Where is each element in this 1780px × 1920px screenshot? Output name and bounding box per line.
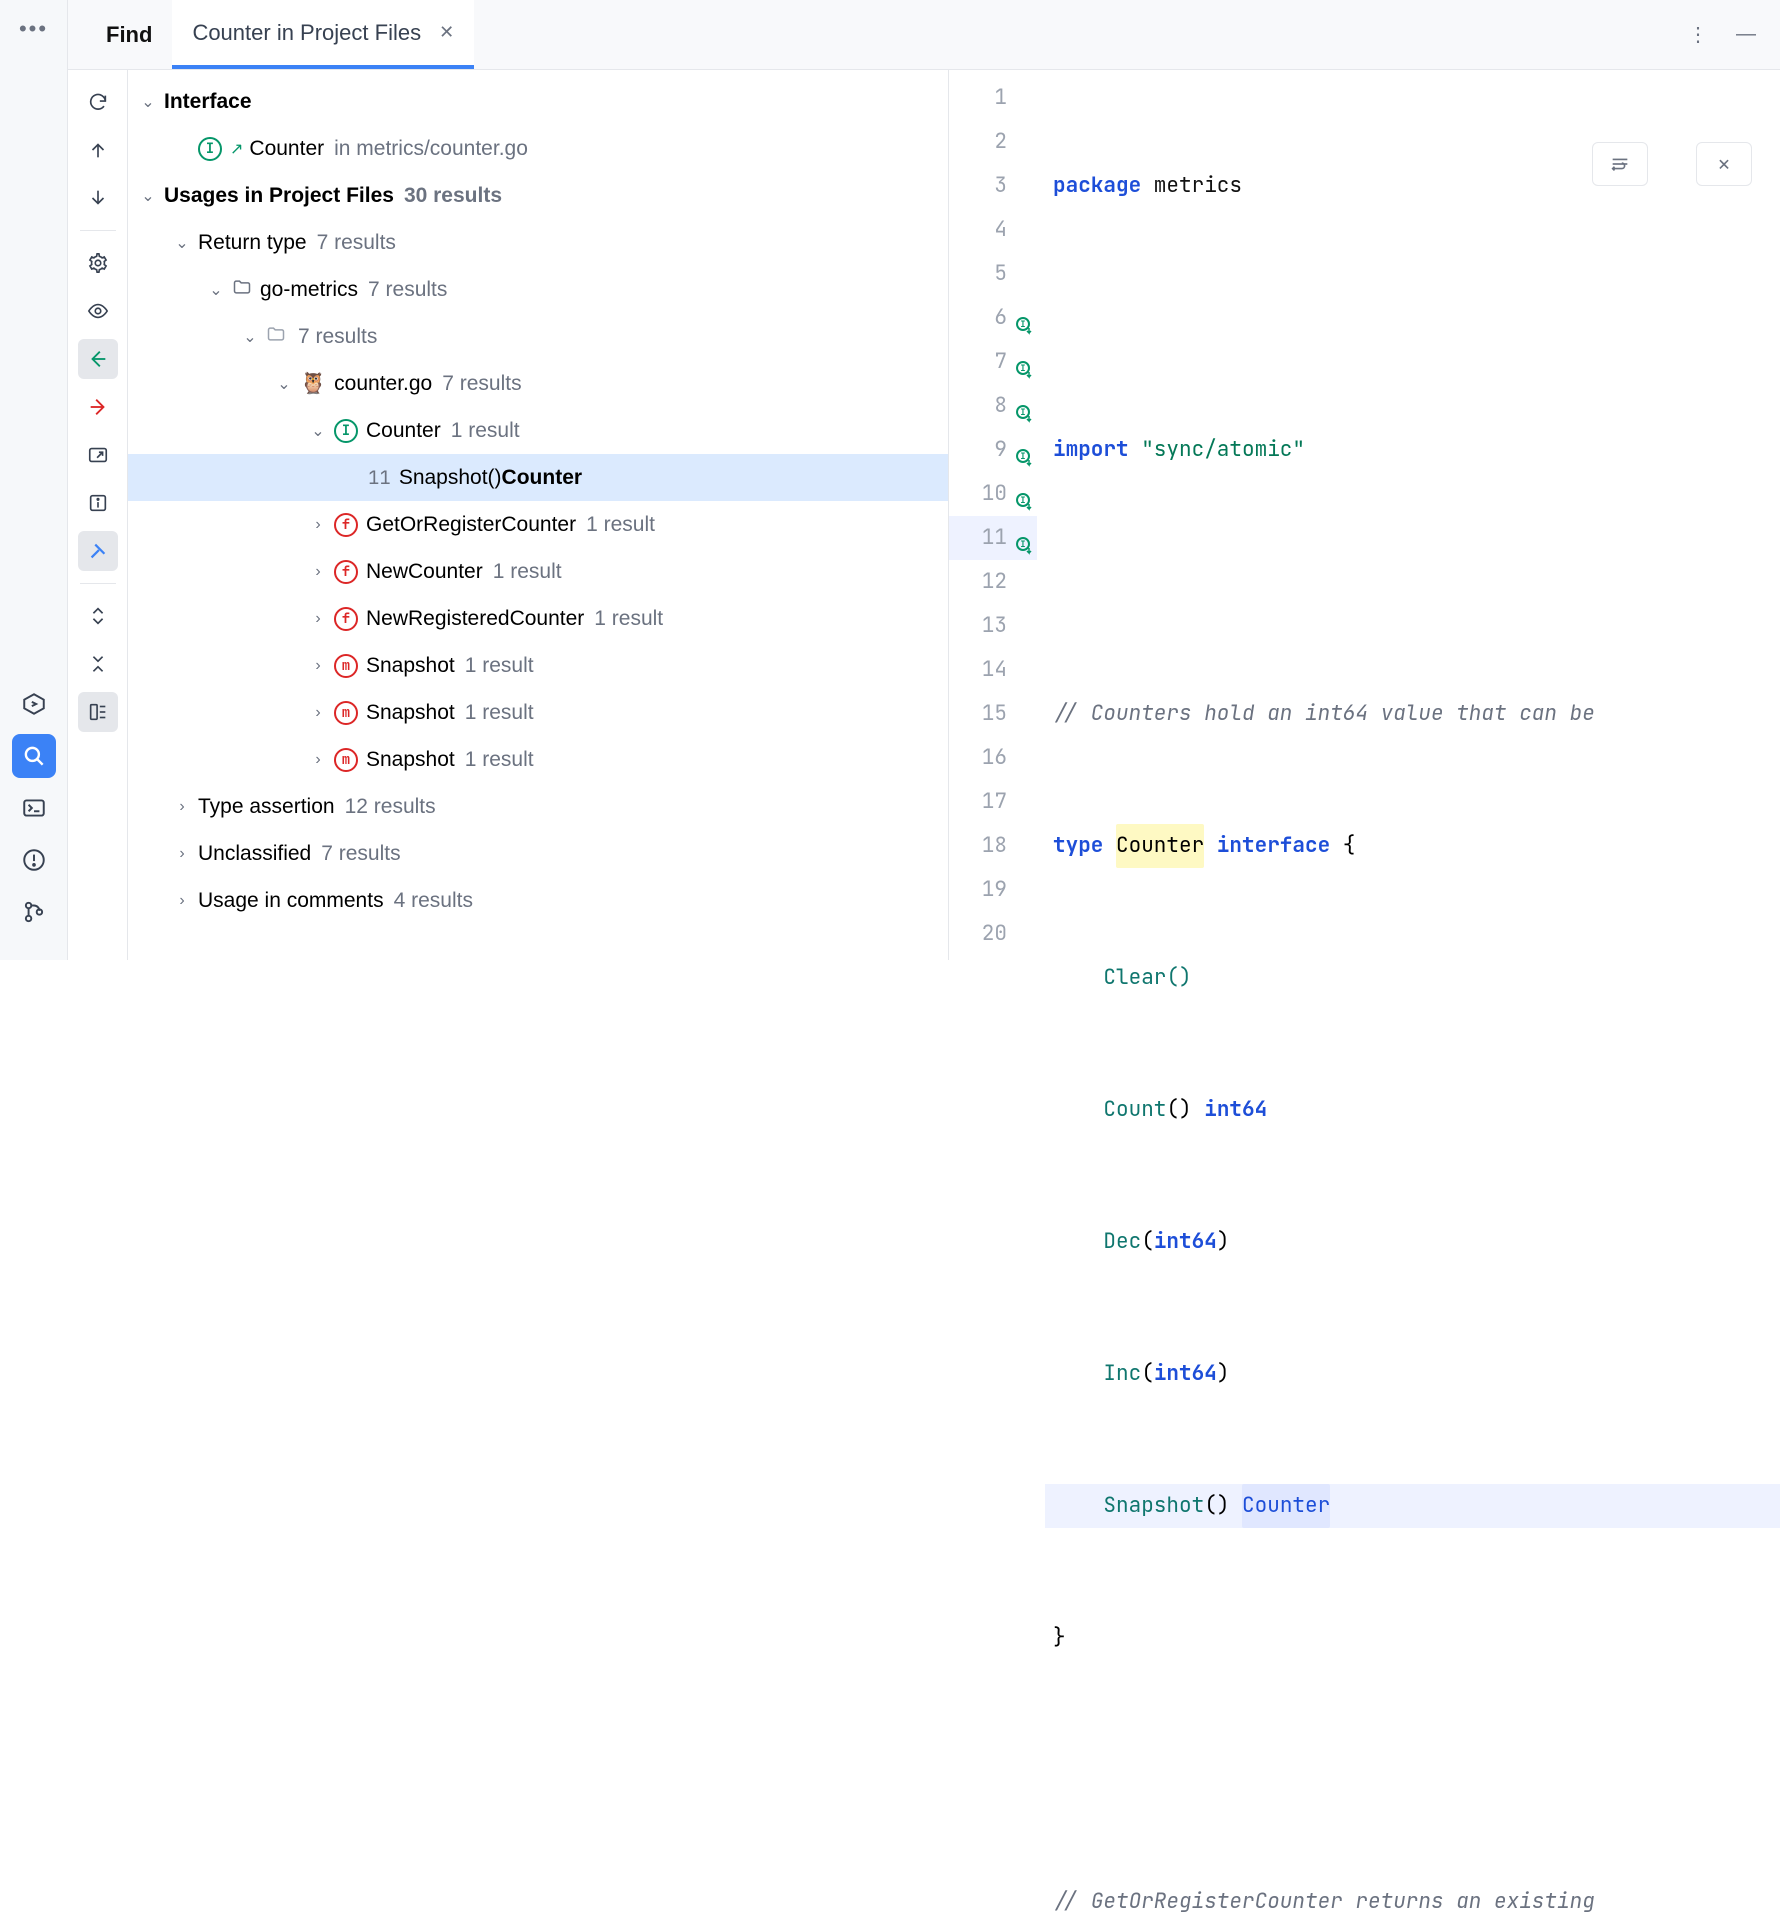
- svg-text:I: I: [1020, 362, 1025, 374]
- minimize-icon[interactable]: —: [1736, 23, 1756, 46]
- svg-text:I: I: [1020, 494, 1025, 506]
- prev-occurrence-icon[interactable]: [78, 130, 118, 170]
- svg-text:I: I: [1020, 450, 1025, 462]
- tree-node-unclassified[interactable]: ›Unclassified7 results: [128, 830, 948, 877]
- function-badge-icon: f: [334, 513, 358, 537]
- current-search-tab-label: Counter in Project Files: [192, 20, 421, 46]
- more-menu-icon[interactable]: •••: [19, 16, 48, 42]
- svg-text:I: I: [1020, 538, 1025, 550]
- tree-node-interface[interactable]: ⌄Interface: [128, 78, 948, 125]
- left-sidebar: •••: [0, 0, 68, 960]
- chevron-down-icon: ⌄: [306, 421, 330, 441]
- svg-text:I: I: [1020, 406, 1025, 418]
- services-icon[interactable]: [12, 682, 56, 726]
- tree-node-type-assertion[interactable]: ›Type assertion12 results: [128, 783, 948, 830]
- pin-icon[interactable]: [78, 531, 118, 571]
- close-preview-icon[interactable]: ✕: [1696, 142, 1752, 186]
- gutter: 1 2 3 4 5 6I 7I 8I 9I 10I 11I 12 13 14 1…: [949, 70, 1045, 960]
- folder-icon: [266, 324, 286, 350]
- tree-node-go-metrics[interactable]: ⌄go-metrics7 results: [128, 266, 948, 313]
- implements-gutter-icon[interactable]: I: [1015, 352, 1035, 372]
- find-tab[interactable]: Find: [86, 0, 172, 69]
- current-search-tab[interactable]: Counter in Project Files ✕: [172, 0, 474, 69]
- chevron-right-icon: ›: [306, 563, 330, 581]
- function-badge-icon: f: [334, 607, 358, 631]
- tree-node-folder[interactable]: ⌄7 results: [128, 313, 948, 360]
- tree-node-snapshot-m3[interactable]: ›mSnapshot1 result: [128, 736, 948, 783]
- preview-icon[interactable]: [78, 291, 118, 331]
- interface-badge-icon: I: [198, 137, 222, 161]
- import-icon[interactable]: [78, 387, 118, 427]
- tree-node-getorregister[interactable]: ›fGetOrRegisterCounter1 result: [128, 501, 948, 548]
- collapse-all-icon[interactable]: [78, 644, 118, 684]
- chevron-right-icon: ›: [306, 516, 330, 534]
- find-tool-icon[interactable]: [12, 734, 56, 778]
- problems-icon[interactable]: [12, 838, 56, 882]
- vcs-icon[interactable]: [12, 890, 56, 934]
- close-tab-icon[interactable]: ✕: [439, 22, 454, 43]
- expand-all-icon[interactable]: [78, 596, 118, 636]
- chevron-down-icon: ⌄: [204, 280, 228, 300]
- tool-window-tabs: Find Counter in Project Files ✕ ⋮ —: [68, 0, 1780, 70]
- next-occurrence-icon[interactable]: [78, 178, 118, 218]
- method-badge-icon: m: [334, 701, 358, 725]
- tab-options-icon[interactable]: ⋮: [1688, 22, 1708, 47]
- chevron-down-icon: ⌄: [136, 186, 160, 206]
- chevron-down-icon: ⌄: [272, 374, 296, 394]
- implements-gutter-icon[interactable]: I: [1015, 440, 1035, 460]
- chevron-right-icon: ›: [306, 657, 330, 675]
- tree-node-interface-item[interactable]: I↗Counterin metrics/counter.go: [128, 125, 948, 172]
- chevron-right-icon: ›: [306, 751, 330, 769]
- function-badge-icon: f: [334, 560, 358, 584]
- go-file-icon: 🦉: [300, 372, 326, 396]
- preview-editor[interactable]: 1 2 3 4 5 6I 7I 8I 9I 10I 11I 12 13 14 1…: [948, 70, 1780, 960]
- chevron-down-icon: ⌄: [136, 92, 160, 112]
- tree-node-snapshot-m2[interactable]: ›mSnapshot1 result: [128, 689, 948, 736]
- soft-wrap-icon[interactable]: [1592, 142, 1648, 186]
- export-icon[interactable]: [78, 339, 118, 379]
- tree-node-return-type[interactable]: ⌄Return type7 results: [128, 219, 948, 266]
- chevron-right-icon: ›: [170, 845, 194, 863]
- chevron-right-icon: ›: [170, 798, 194, 816]
- tree-node-counter-iface[interactable]: ⌄ICounter1 result: [128, 407, 948, 454]
- tree-node-snapshot-m1[interactable]: ›mSnapshot1 result: [128, 642, 948, 689]
- chevron-down-icon: ⌄: [238, 327, 262, 347]
- group-by-icon[interactable]: [78, 692, 118, 732]
- method-badge-icon: m: [334, 748, 358, 772]
- tree-node-newregistered[interactable]: ›fNewRegisteredCounter1 result: [128, 595, 948, 642]
- tree-node-snapshot-usage[interactable]: 11Snapshot() Counter: [128, 454, 948, 501]
- tree-node-counter-go[interactable]: ⌄🦉counter.go7 results: [128, 360, 948, 407]
- settings-icon[interactable]: [78, 243, 118, 283]
- code-content[interactable]: package metrics import "sync/atomic" // …: [1045, 70, 1780, 960]
- find-toolbar: [68, 70, 128, 960]
- implements-gutter-icon[interactable]: I: [1015, 528, 1035, 548]
- chevron-down-icon: ⌄: [170, 233, 194, 253]
- terminal-icon[interactable]: [12, 786, 56, 830]
- tree-node-newcounter[interactable]: ›fNewCounter1 result: [128, 548, 948, 595]
- refresh-icon[interactable]: [78, 82, 118, 122]
- usages-tree[interactable]: ⌄Interface I↗Counterin metrics/counter.g…: [128, 70, 948, 960]
- implements-gutter-icon[interactable]: I: [1015, 396, 1035, 416]
- implements-gutter-icon[interactable]: I: [1015, 308, 1035, 328]
- tree-node-usages[interactable]: ⌄Usages in Project Files30 results: [128, 172, 948, 219]
- svg-text:I: I: [1020, 318, 1025, 330]
- chevron-right-icon: ›: [306, 610, 330, 628]
- open-in-editor-icon[interactable]: [78, 435, 118, 475]
- tree-node-usage-comments[interactable]: ›Usage in comments4 results: [128, 877, 948, 924]
- method-badge-icon: m: [334, 654, 358, 678]
- info-icon[interactable]: [78, 483, 118, 523]
- chevron-right-icon: ›: [170, 892, 194, 910]
- implements-gutter-icon[interactable]: I: [1015, 484, 1035, 504]
- interface-badge-icon: I: [334, 419, 358, 443]
- jump-icon: ↗: [230, 139, 243, 159]
- module-folder-icon: [232, 277, 252, 303]
- chevron-right-icon: ›: [306, 704, 330, 722]
